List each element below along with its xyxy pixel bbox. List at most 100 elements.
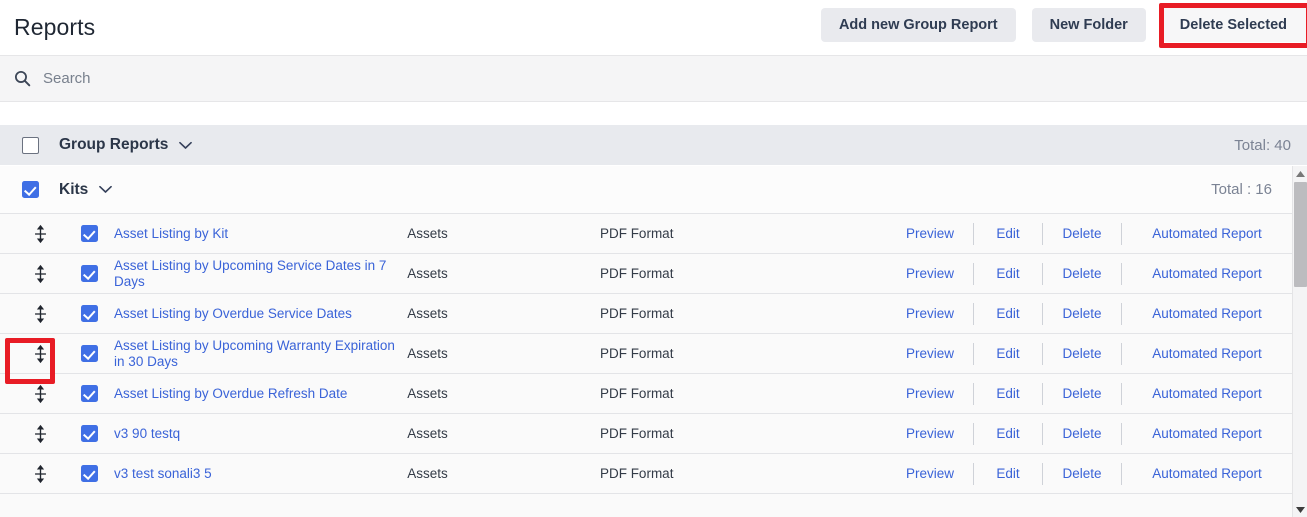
automated-report-link[interactable]: Automated Report [1122, 466, 1292, 481]
automated-report-link[interactable]: Automated Report [1122, 426, 1292, 441]
edit-link[interactable]: Edit [974, 266, 1042, 281]
table-row[interactable]: Asset Listing by Overdue Refresh Date As… [0, 374, 1292, 414]
table-row[interactable]: Asset Listing by Upcoming Service Dates … [0, 254, 1292, 294]
edit-link[interactable]: Edit [974, 466, 1042, 481]
row-checkbox[interactable] [80, 425, 98, 442]
row-actions-cell: Preview Edit Delete Automated Report [887, 262, 1292, 285]
report-format-cell: PDF Format [599, 426, 674, 441]
automated-report-link[interactable]: Automated Report [1122, 346, 1292, 361]
report-name-cell: v3 90 testq [114, 426, 407, 442]
drag-handle-icon[interactable] [34, 224, 47, 244]
automated-report-link[interactable]: Automated Report [1122, 226, 1292, 241]
preview-link[interactable]: Preview [887, 226, 973, 241]
row-actions-cell: Preview Edit Delete Automated Report [887, 342, 1292, 365]
page-title: Reports [14, 14, 96, 40]
automated-report-link[interactable]: Automated Report [1122, 266, 1292, 281]
edit-link[interactable]: Edit [974, 346, 1042, 361]
report-name-link[interactable]: v3 test sonali3 5 [114, 466, 212, 482]
group-reports-header-row: Group Reports Total: 40 [0, 125, 1307, 165]
row-actions-cell: Preview Edit Delete Automated Report [887, 302, 1292, 325]
preview-link[interactable]: Preview [887, 426, 973, 441]
report-name-link[interactable]: Asset Listing by Overdue Service Dates [114, 306, 352, 322]
report-category-cell: Assets [407, 226, 448, 241]
kits-total: Total : 16 [1211, 181, 1272, 198]
report-category-cell: Assets [407, 466, 448, 481]
kits-label: Kits [59, 180, 89, 198]
reports-list-scroll-area: Kits Total : 16 Asset Listing by Kit Ass… [0, 166, 1292, 517]
report-name-cell: Asset Listing by Upcoming Service Dates … [114, 258, 407, 290]
delete-link[interactable]: Delete [1043, 466, 1121, 481]
drag-handle-icon[interactable] [34, 384, 47, 404]
delete-link[interactable]: Delete [1043, 386, 1121, 401]
automated-report-link[interactable]: Automated Report [1122, 386, 1292, 401]
report-format-cell: PDF Format [599, 266, 674, 281]
delete-link[interactable]: Delete [1043, 426, 1121, 441]
row-checkbox-cell [80, 345, 114, 362]
add-new-group-report-button[interactable]: Add new Group Report [820, 8, 1016, 42]
report-format-cell: PDF Format [599, 466, 674, 481]
drag-handle-icon[interactable] [34, 344, 47, 364]
group-reports-checkbox[interactable] [22, 136, 39, 154]
automated-report-link[interactable]: Automated Report [1122, 306, 1292, 321]
drag-handle-icon[interactable] [34, 424, 47, 444]
table-row[interactable]: v3 90 testq Assets PDF Format Preview Ed… [0, 414, 1292, 454]
row-checkbox-cell [80, 425, 114, 442]
table-row[interactable]: Asset Listing by Overdue Service Dates A… [0, 294, 1292, 334]
report-name-cell: Asset Listing by Overdue Refresh Date [114, 386, 407, 402]
row-checkbox[interactable] [80, 385, 98, 402]
report-category-cell: Assets [407, 266, 448, 281]
row-checkbox[interactable] [80, 465, 98, 482]
row-checkbox[interactable] [80, 345, 98, 362]
drag-handle-cell [0, 464, 81, 484]
report-name-link[interactable]: Asset Listing by Overdue Refresh Date [114, 386, 347, 402]
scroll-up-arrow-icon[interactable] [1293, 166, 1307, 181]
scroll-down-arrow-icon[interactable] [1293, 502, 1307, 517]
search-input[interactable] [43, 70, 443, 87]
scrollbar-thumb[interactable] [1294, 182, 1307, 287]
table-row[interactable]: v3 test sonali3 5 Assets PDF Format Prev… [0, 454, 1292, 494]
report-format-cell: PDF Format [599, 226, 674, 241]
delete-selected-button[interactable]: Delete Selected [1161, 8, 1307, 42]
chevron-down-icon[interactable] [99, 185, 113, 194]
report-name-link[interactable]: Asset Listing by Kit [114, 226, 228, 242]
report-format-cell: PDF Format [599, 386, 674, 401]
report-name-cell: Asset Listing by Kit [114, 226, 407, 242]
drag-handle-icon[interactable] [34, 464, 47, 484]
new-folder-button[interactable]: New Folder [1031, 8, 1146, 42]
row-checkbox[interactable] [80, 225, 98, 242]
edit-link[interactable]: Edit [974, 426, 1042, 441]
edit-link[interactable]: Edit [974, 306, 1042, 321]
report-name-link[interactable]: v3 90 testq [114, 426, 180, 442]
preview-link[interactable]: Preview [887, 386, 973, 401]
drag-handle-icon[interactable] [34, 264, 47, 284]
preview-link[interactable]: Preview [887, 466, 973, 481]
delete-link[interactable]: Delete [1043, 346, 1121, 361]
drag-handle-cell [0, 424, 81, 444]
delete-link[interactable]: Delete [1043, 226, 1121, 241]
group-reports-total: Total: 40 [1234, 136, 1291, 154]
row-checkbox-cell [80, 305, 114, 322]
table-row[interactable] [0, 494, 1292, 517]
edit-link[interactable]: Edit [974, 226, 1042, 241]
table-row[interactable]: Asset Listing by Kit Assets PDF Format P… [0, 214, 1292, 254]
row-checkbox[interactable] [80, 305, 98, 322]
table-row[interactable]: Asset Listing by Upcoming Warranty Expir… [0, 334, 1292, 374]
delete-link[interactable]: Delete [1043, 266, 1121, 281]
header-actions: Add new Group Report New Folder Delete S… [820, 8, 1307, 42]
delete-link[interactable]: Delete [1043, 306, 1121, 321]
reports-list-region: Kits Total : 16 Asset Listing by Kit Ass… [0, 165, 1307, 517]
preview-link[interactable]: Preview [887, 306, 973, 321]
list-scrollbar[interactable] [1292, 166, 1307, 517]
chevron-down-icon[interactable] [179, 141, 193, 150]
folder-row-kits[interactable]: Kits Total : 16 [0, 166, 1292, 214]
edit-link[interactable]: Edit [974, 386, 1042, 401]
report-name-link[interactable]: Asset Listing by Upcoming Warranty Expir… [114, 338, 395, 370]
row-checkbox-cell [80, 265, 114, 282]
drag-handle-icon[interactable] [34, 304, 47, 324]
row-checkbox[interactable] [80, 265, 98, 282]
preview-link[interactable]: Preview [887, 346, 973, 361]
kits-checkbox[interactable] [22, 181, 39, 198]
report-name-link[interactable]: Asset Listing by Upcoming Service Dates … [114, 258, 395, 290]
preview-link[interactable]: Preview [887, 266, 973, 281]
row-actions-cell: Preview Edit Delete Automated Report [887, 462, 1292, 485]
